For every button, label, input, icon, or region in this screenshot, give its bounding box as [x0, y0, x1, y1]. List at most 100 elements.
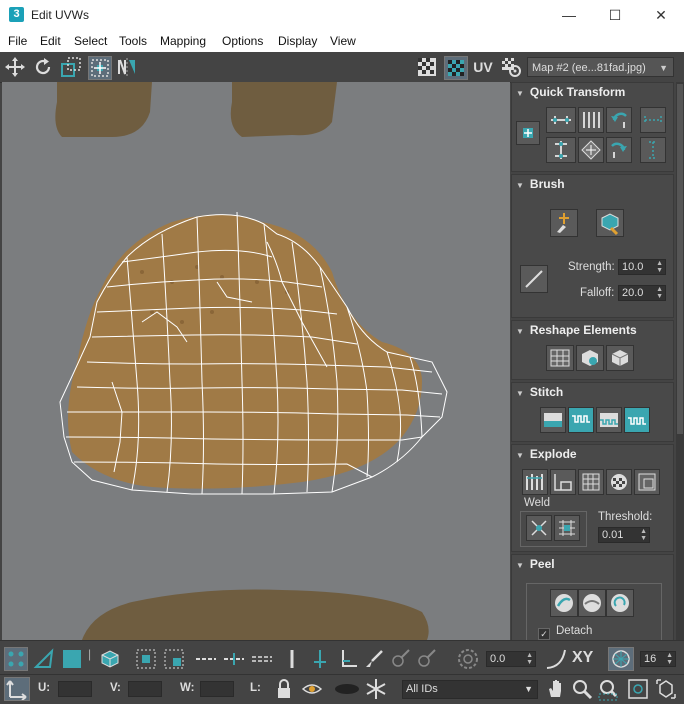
loop-grow-icon[interactable]: [222, 647, 246, 671]
shrink-selection-icon[interactable]: [162, 647, 186, 671]
menu-view[interactable]: View: [330, 34, 356, 48]
zoom-icon[interactable]: [570, 677, 594, 701]
map-select[interactable]: Map #2 (ee...81fad.jpg) ▼: [527, 57, 674, 77]
align-horizontal-button[interactable]: [546, 107, 576, 133]
w-field[interactable]: [200, 681, 234, 697]
threshold-spinner[interactable]: 0.01 ▲ ▼: [598, 527, 650, 543]
ring-grow-icon[interactable]: [194, 647, 218, 671]
close-button[interactable]: ✕: [638, 0, 684, 30]
rotate-cw-button[interactable]: [606, 137, 632, 163]
stitch-to-target-button[interactable]: [568, 407, 594, 433]
element-mode-icon[interactable]: [98, 647, 122, 671]
straighten-selection-button[interactable]: [546, 345, 574, 371]
lock-icon[interactable]: [272, 677, 296, 701]
menu-edit[interactable]: Edit: [40, 34, 61, 48]
stitch-average-button[interactable]: [596, 407, 622, 433]
deselect-brush-icon[interactable]: [414, 647, 438, 671]
menu-display[interactable]: Display: [278, 34, 317, 48]
app-icon: 3: [9, 7, 24, 22]
xy-toggle[interactable]: XY: [572, 649, 593, 667]
peel-mode-button[interactable]: [578, 589, 606, 617]
falloff-spinner[interactable]: 20.0 ▲ ▼: [618, 285, 666, 301]
flatten-by-material-button[interactable]: [634, 469, 660, 495]
edge-loop-icon[interactable]: [280, 647, 304, 671]
soft-selection-icon[interactable]: [456, 647, 480, 671]
texture-icon[interactable]: [444, 56, 468, 80]
strength-spinner[interactable]: 10.0 ▲ ▼: [618, 259, 666, 275]
brush-size-button[interactable]: [520, 265, 548, 293]
peel-header[interactable]: ▼ Peel: [516, 557, 555, 571]
falloff-curve-icon[interactable]: [544, 647, 568, 671]
detach-checkbox[interactable]: ✓: [538, 628, 550, 640]
title-bar: 3 Edit UVWs — ☐ ✕: [0, 0, 684, 30]
zoom-region-icon[interactable]: [596, 677, 622, 701]
freeform-icon[interactable]: [88, 56, 112, 80]
space-horizontal-button[interactable]: [640, 107, 666, 133]
scale-icon[interactable]: [60, 56, 82, 78]
maximize-button[interactable]: ☐: [592, 0, 638, 30]
pan-icon[interactable]: [544, 677, 568, 701]
select-by-angle-icon[interactable]: [336, 647, 360, 671]
stitch-to-source-button[interactable]: [624, 407, 650, 433]
paint-select-icon[interactable]: [362, 647, 386, 671]
relax-button[interactable]: [576, 345, 604, 371]
vertex-mode-icon[interactable]: [4, 647, 28, 671]
straighten-button[interactable]: [578, 137, 604, 163]
brush-header[interactable]: ▼ Brush: [516, 177, 565, 191]
minimize-button[interactable]: —: [546, 0, 592, 30]
menu-file[interactable]: File: [8, 34, 27, 48]
face-mode-icon[interactable]: [60, 647, 84, 671]
stitch-header[interactable]: ▼ Stitch: [516, 385, 563, 399]
zoom-extents-selected-icon[interactable]: [654, 677, 678, 701]
select-brush-icon[interactable]: [388, 647, 412, 671]
relax-settings-button[interactable]: [606, 345, 634, 371]
menu-select[interactable]: Select: [74, 34, 107, 48]
grow-selection-icon[interactable]: [134, 647, 158, 671]
u-field[interactable]: [58, 681, 92, 697]
rotate-icon[interactable]: [32, 56, 54, 78]
weld-selected-button[interactable]: [526, 515, 552, 541]
relax-brush-button[interactable]: [596, 209, 624, 237]
menu-tools[interactable]: Tools: [119, 34, 147, 48]
freeze-icon[interactable]: [364, 677, 388, 701]
transform-mode-icon[interactable]: [4, 677, 30, 701]
reshape-header[interactable]: ▼ Reshape Elements: [516, 323, 637, 337]
checker-icon[interactable]: [416, 56, 438, 78]
break-button[interactable]: [522, 469, 548, 495]
stitch-custom-button[interactable]: [540, 407, 566, 433]
menu-mapping[interactable]: Mapping: [160, 34, 206, 48]
panel-scrollbar[interactable]: [676, 82, 684, 640]
quick-peel-button[interactable]: [550, 589, 578, 617]
flatten-by-smoothing-button[interactable]: [606, 469, 632, 495]
quick-transform-header[interactable]: ▼ Quick Transform: [516, 85, 625, 99]
weld-target-button[interactable]: [554, 515, 580, 541]
grid-size-spinner[interactable]: 16 ▲ ▼: [640, 651, 676, 667]
flatten-by-polygon-button[interactable]: [578, 469, 604, 495]
loop-shrink-icon[interactable]: [250, 647, 274, 671]
detach-edge-button[interactable]: [550, 469, 576, 495]
paint-move-button[interactable]: [550, 209, 578, 237]
move-icon[interactable]: [4, 56, 26, 78]
grid-snap-icon[interactable]: [608, 647, 634, 671]
explode-header[interactable]: ▼ Explode: [516, 447, 577, 461]
align-center-button[interactable]: [516, 121, 540, 145]
unhide-icon[interactable]: [330, 677, 364, 701]
edge-mode-icon[interactable]: [32, 647, 56, 671]
align-vertical-button[interactable]: [546, 137, 576, 163]
rotation-spinner[interactable]: 0.0 ▲ ▼: [486, 651, 536, 667]
options-icon[interactable]: [500, 56, 522, 78]
space-vertical-button[interactable]: [578, 107, 604, 133]
space-vertical2-button[interactable]: [640, 137, 666, 163]
point-to-point-icon[interactable]: [308, 647, 332, 671]
zoom-extents-icon[interactable]: [626, 677, 650, 701]
uv-viewport[interactable]: [2, 82, 510, 640]
hide-icon[interactable]: [300, 677, 324, 701]
reset-peel-button[interactable]: [606, 589, 634, 617]
v-field[interactable]: [128, 681, 162, 697]
uv-toggle[interactable]: UV: [472, 56, 494, 78]
id-filter-select[interactable]: All IDs ▼: [402, 680, 538, 699]
rotate-ccw-button[interactable]: [606, 107, 632, 133]
menu-options[interactable]: Options: [222, 34, 263, 48]
mirror-icon[interactable]: [116, 56, 138, 78]
scrollbar-thumb[interactable]: [677, 84, 683, 434]
